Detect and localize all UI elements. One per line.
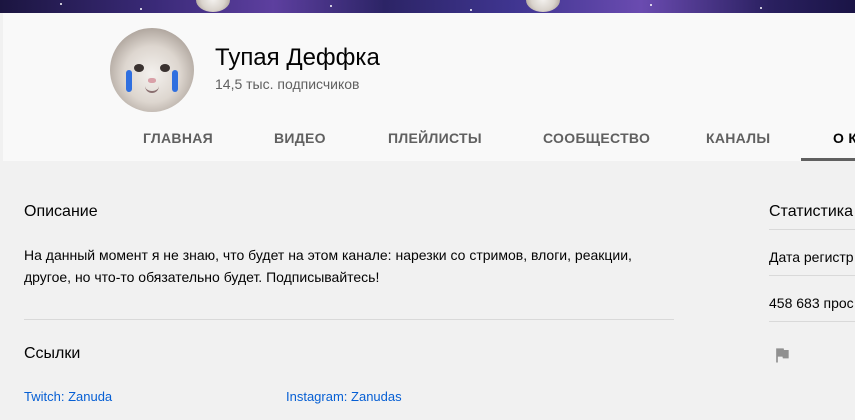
links-heading: Ссылки (24, 345, 81, 362)
banner-star (60, 3, 62, 5)
avatar-eye (134, 64, 144, 72)
channel-banner (0, 0, 855, 13)
tab-channels[interactable]: КАНАЛЫ (706, 117, 770, 161)
channel-header: Тупая Деффка 14,5 тыс. подписчиков ГЛАВН… (3, 13, 855, 161)
avatar-tear (126, 70, 132, 92)
avatar-eye (160, 64, 170, 72)
banner-star (330, 5, 332, 7)
subscriber-count: 14,5 тыс. подписчиков (215, 76, 360, 92)
avatar-mouth (145, 86, 159, 93)
tab-videos[interactable]: ВИДЕО (274, 117, 326, 161)
banner-cat-image (196, 0, 230, 12)
banner-star (650, 4, 652, 6)
stats-registration-date: Дата регистр (769, 249, 854, 265)
channel-description: На данный момент я не знаю, что будет на… (24, 247, 632, 285)
link-instagram[interactable]: Instagram: Zanudas (286, 389, 402, 404)
tab-community[interactable]: СООБЩЕСТВО (543, 117, 650, 161)
avatar-tear (172, 70, 178, 92)
section-divider (24, 319, 674, 320)
banner-star (760, 7, 762, 9)
tab-about[interactable]: О К (801, 117, 855, 161)
stats-divider (769, 275, 855, 276)
tab-playlists[interactable]: ПЛЕЙЛИСТЫ (388, 117, 482, 161)
channel-title: Тупая Деффка (215, 44, 380, 71)
avatar-nose (148, 78, 156, 83)
tab-home[interactable]: ГЛАВНАЯ (143, 117, 213, 161)
avatar[interactable] (110, 28, 194, 112)
link-twitch[interactable]: Twitch: Zanuda (24, 389, 112, 404)
channel-tabs: ГЛАВНАЯ ВИДЕО ПЛЕЙЛИСТЫ СООБЩЕСТВО КАНАЛ… (3, 117, 855, 161)
stats-heading: Статистика (769, 203, 854, 220)
banner-star (470, 9, 472, 11)
banner-star (140, 8, 142, 10)
stats-view-count: 458 683 прос (769, 295, 854, 311)
flag-icon[interactable] (772, 345, 792, 365)
banner-cat-image (526, 0, 560, 12)
stats-divider (769, 229, 855, 230)
description-heading: Описание (24, 203, 98, 220)
stats-divider (769, 321, 855, 322)
